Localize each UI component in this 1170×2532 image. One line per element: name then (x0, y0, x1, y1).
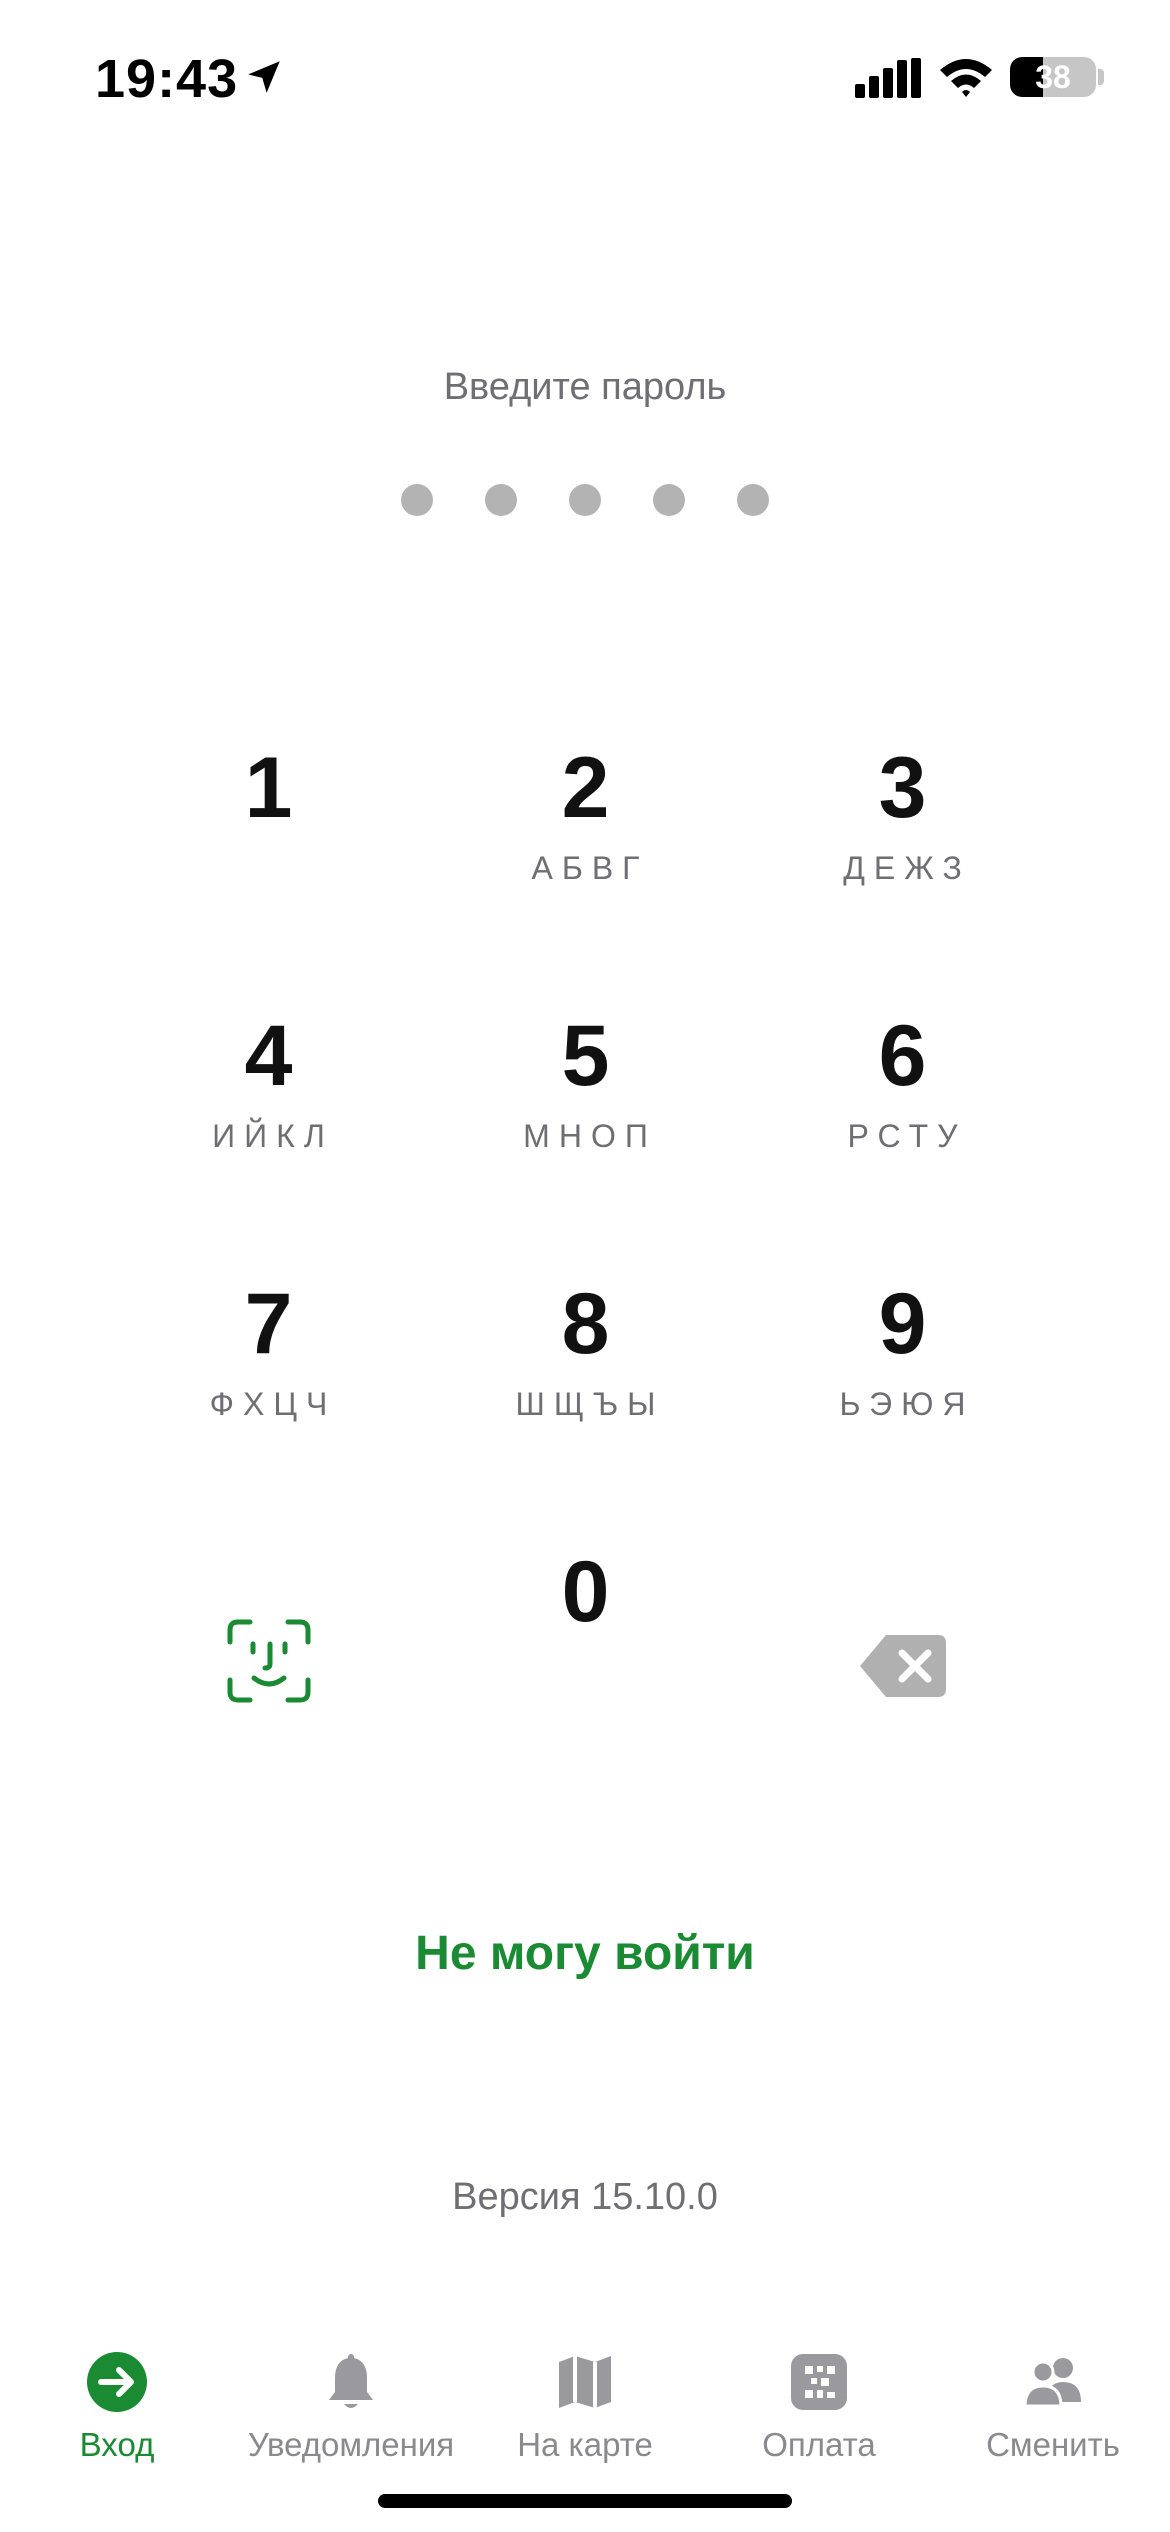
cant-login-link[interactable]: Не могу войти (0, 1926, 1170, 1981)
status-bar: 19:43 38 (0, 0, 1170, 150)
backspace-button[interactable] (744, 1514, 1061, 1782)
face-id-icon (227, 1619, 310, 1703)
tab-label: Оплата (762, 2426, 876, 2463)
key-digit: 4 (244, 1008, 293, 1104)
keypad: 1 2 АБВГ 3 ДЕЖЗ 4 ИЙКЛ 5 МНОП 6 РСТУ 7 Ф… (110, 710, 1060, 1782)
battery-percent: 38 (1035, 59, 1071, 95)
key-7[interactable]: 7 ФХЦЧ (110, 1246, 427, 1514)
pin-dot (569, 484, 601, 516)
cellular-signal-icon (855, 58, 921, 98)
key-9[interactable]: 9 ЬЭЮЯ (744, 1246, 1061, 1514)
login-arrow-icon (87, 2352, 147, 2412)
key-2[interactable]: 2 АБВГ (427, 710, 744, 978)
app-version: Версия 15.10.0 (452, 2176, 718, 2218)
key-letters (264, 850, 273, 890)
key-letters: ДЕЖЗ (843, 850, 971, 886)
key-4[interactable]: 4 ИЙКЛ (110, 978, 427, 1246)
key-letters: ЬЭЮЯ (839, 1386, 975, 1422)
key-digit: 3 (878, 740, 927, 836)
pin-dots (0, 484, 1170, 516)
key-digit: 9 (878, 1276, 927, 1372)
tab-map[interactable]: На карте (468, 2350, 702, 2480)
key-0[interactable]: 0 (427, 1514, 744, 1782)
tab-label: Вход (79, 2426, 155, 2463)
tab-switch-user[interactable]: Сменить (936, 2350, 1170, 2480)
key-letters: АБВГ (531, 850, 649, 886)
key-letters: ШЩЪЫ (515, 1386, 665, 1422)
pin-dot (737, 484, 769, 516)
bell-icon (329, 2354, 373, 2408)
status-time: 19:43 (95, 49, 239, 109)
key-letters: ФХЦЧ (209, 1386, 337, 1422)
key-digit: 8 (561, 1276, 610, 1372)
key-digit: 7 (244, 1276, 293, 1372)
key-letters: МНОП (523, 1118, 657, 1154)
backspace-icon (859, 1635, 946, 1697)
battery-tip (1098, 69, 1104, 85)
tab-label: На карте (517, 2426, 653, 2463)
tab-bar: Вход Уведомления На карте Оплата Сменить (0, 2350, 1170, 2480)
key-letters (581, 1654, 590, 1694)
pin-dot (485, 484, 517, 516)
pin-dot (653, 484, 685, 516)
tab-payment[interactable]: Оплата (702, 2350, 936, 2480)
home-indicator (378, 2494, 792, 2508)
pin-dot (401, 484, 433, 516)
key-3[interactable]: 3 ДЕЖЗ (744, 710, 1061, 978)
tab-label: Сменить (986, 2426, 1120, 2463)
password-prompt: Введите пароль (443, 366, 727, 408)
tab-notifications[interactable]: Уведомления (234, 2350, 468, 2480)
key-6[interactable]: 6 РСТУ (744, 978, 1061, 1246)
key-5[interactable]: 5 МНОП (427, 978, 744, 1246)
key-digit: 6 (878, 1008, 927, 1104)
key-digit: 5 (561, 1008, 610, 1104)
wifi-icon (940, 59, 992, 97)
qr-code-icon (791, 2354, 847, 2410)
tab-label: Уведомления (247, 2426, 455, 2463)
battery-indicator: 38 (1010, 57, 1096, 97)
location-arrow-icon (248, 61, 280, 93)
key-digit: 1 (244, 740, 293, 836)
key-letters: РСТУ (847, 1118, 967, 1154)
key-8[interactable]: 8 ШЩЪЫ (427, 1246, 744, 1514)
face-id-button[interactable] (110, 1514, 427, 1782)
key-letters: ИЙКЛ (212, 1118, 334, 1154)
map-icon (559, 2356, 611, 2408)
tab-login[interactable]: Вход (0, 2350, 234, 2480)
key-digit: 0 (561, 1544, 610, 1640)
users-icon (1023, 2358, 1081, 2408)
key-digit: 2 (561, 740, 610, 836)
key-1[interactable]: 1 (110, 710, 427, 978)
